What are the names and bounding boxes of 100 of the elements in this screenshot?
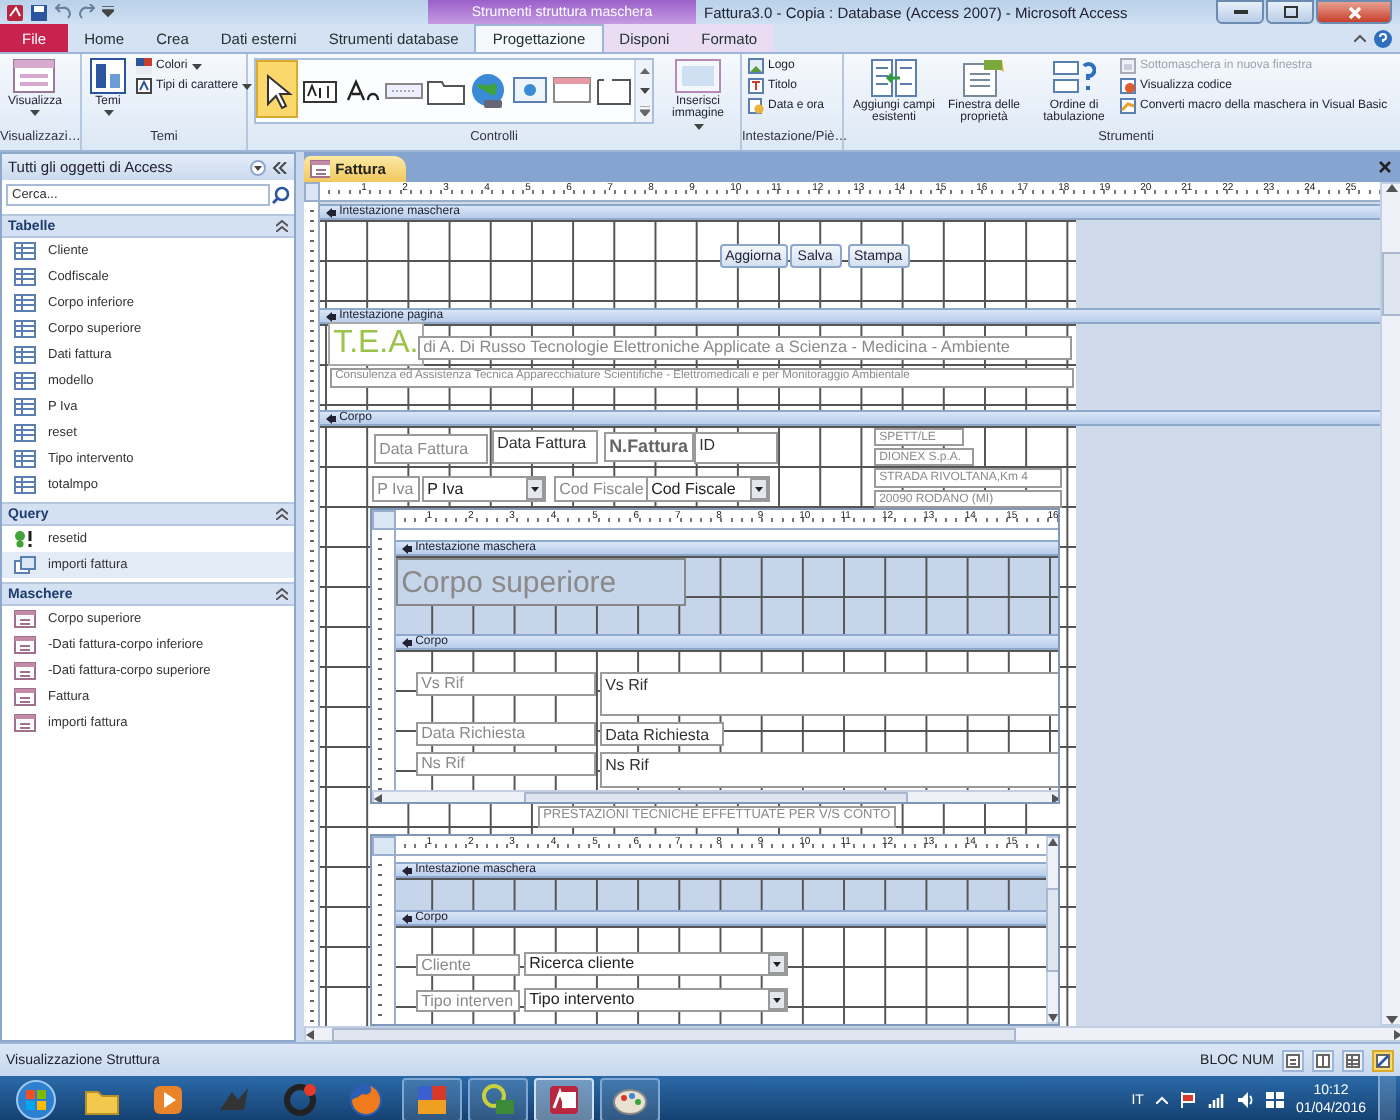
windows-orb-icon	[16, 1080, 56, 1120]
collapse-caret-icon[interactable]	[1354, 34, 1366, 42]
design-view-icon	[1376, 1053, 1390, 1067]
theme-swatch-icon	[90, 58, 126, 94]
layout-view-icon	[1316, 1053, 1330, 1067]
view-button[interactable]	[1312, 1049, 1334, 1071]
label-control: Vs Rif	[415, 672, 596, 696]
text-box-control[interactable]: Data Fattura	[491, 430, 598, 464]
logo-picture-icon	[748, 58, 764, 74]
logo-label: T.E.A.	[327, 322, 425, 366]
section-marker-icon	[325, 207, 336, 217]
scroll-up-button[interactable]	[636, 60, 652, 81]
combo-box-control[interactable]: Cod Fiscale	[645, 476, 770, 502]
section-marker-icon	[325, 413, 336, 423]
scroll-down-arrow-icon	[639, 87, 649, 94]
table-icon	[14, 372, 36, 390]
control-tool[interactable]	[256, 60, 298, 118]
taskbar-app[interactable]	[600, 1078, 660, 1120]
scroll-down-icon[interactable]	[1048, 1014, 1058, 1022]
scroll-down-button[interactable]	[636, 80, 652, 102]
collapse-pane-icon[interactable]	[271, 161, 288, 173]
color-squares-icon	[136, 58, 152, 74]
exclamation-query-icon	[14, 530, 36, 548]
section-marker-icon	[401, 913, 412, 923]
text-box-control[interactable]: Ns Rif	[599, 752, 1058, 788]
play-icon	[148, 1080, 188, 1120]
horizontal-scrollbar[interactable]	[303, 1026, 1400, 1042]
collapse-chevron-icon[interactable]	[275, 588, 288, 600]
section-marker-icon	[325, 311, 336, 321]
macro-convert-icon	[1120, 98, 1136, 114]
horizontal-scrollbar[interactable]	[371, 790, 1058, 802]
form-icon	[14, 636, 36, 654]
text-box-control[interactable]: Data Richiesta	[599, 722, 724, 746]
maximize-button[interactable]	[1266, 0, 1314, 24]
form-window-icon	[12, 58, 57, 94]
form-icon	[14, 610, 36, 628]
scroll-right-icon[interactable]	[1393, 1029, 1400, 1039]
form-icon	[14, 688, 36, 706]
minimize-button[interactable]	[1216, 0, 1264, 24]
minimize-icon	[1233, 9, 1247, 15]
table-icon	[14, 450, 36, 468]
code-window-icon	[1120, 78, 1136, 94]
help-icon[interactable]	[1374, 29, 1392, 47]
close-icon	[1347, 5, 1361, 19]
query-window-icon	[14, 556, 36, 574]
redo-icon[interactable]	[78, 4, 96, 20]
label-control: Cod Fiscale	[553, 476, 650, 502]
ruler-corner	[371, 836, 396, 856]
form-icon	[14, 714, 36, 732]
form-icon	[14, 662, 36, 680]
table-icon	[14, 242, 36, 260]
search-icon[interactable]	[271, 186, 290, 204]
show-hidden-caret-icon[interactable]	[1155, 1096, 1168, 1104]
table-icon	[14, 476, 36, 494]
app-key-icon[interactable]	[6, 3, 24, 21]
customize-caret-icon[interactable]	[102, 6, 114, 18]
windows-flag-icon[interactable]	[1265, 1092, 1284, 1108]
speaker-icon[interactable]	[1237, 1092, 1254, 1108]
scroll-right-icon[interactable]	[1051, 793, 1058, 802]
table-icon	[14, 424, 36, 442]
collapse-chevron-icon[interactable]	[275, 508, 288, 520]
text-box-control[interactable]: ID	[693, 432, 778, 464]
signal-icon[interactable]	[1207, 1092, 1226, 1108]
section-marker-icon	[401, 637, 412, 647]
fox-globe-icon	[346, 1080, 386, 1120]
view-button[interactable]	[1342, 1049, 1364, 1071]
table-icon	[14, 398, 36, 416]
vertical-scrollbar[interactable]	[1379, 182, 1400, 1026]
label-control: P Iva	[371, 476, 420, 502]
calendar-clock-icon	[748, 98, 764, 114]
taskbar-app[interactable]	[468, 1078, 528, 1120]
scroll-thumb[interactable]	[1046, 888, 1058, 972]
combo-box-control[interactable]: Ricerca cliente	[523, 952, 788, 976]
property-sheet-icon	[962, 58, 1006, 98]
undo-icon[interactable]	[54, 4, 72, 20]
flag-icon[interactable]	[1179, 1092, 1196, 1108]
save-icon[interactable]	[30, 3, 48, 21]
combo-box-control[interactable]: P Iva	[421, 476, 546, 502]
view-button[interactable]	[1282, 1049, 1304, 1071]
combo-box-control[interactable]: Tipo intervento	[523, 988, 788, 1012]
table-icon	[14, 268, 36, 286]
scroll-thumb[interactable]	[524, 791, 909, 802]
scroll-thumb[interactable]	[1381, 252, 1400, 316]
field-list-icon	[870, 58, 918, 98]
form-view-icon	[1286, 1053, 1300, 1067]
title-box-icon	[748, 78, 764, 94]
label-control: Tipo interven	[415, 990, 520, 1012]
text-box-control[interactable]: Vs Rif	[599, 672, 1058, 716]
font-box-icon	[136, 78, 152, 94]
database-a-icon	[544, 1080, 584, 1120]
more-button[interactable]	[636, 101, 652, 122]
scroll-up-arrow-icon	[639, 67, 649, 74]
scroll-up-icon[interactable]	[1048, 838, 1058, 846]
label-control: Ns Rif	[415, 752, 596, 776]
close-button[interactable]	[1316, 0, 1392, 24]
collapse-chevron-icon[interactable]	[275, 220, 288, 232]
close-icon[interactable]	[1377, 160, 1392, 174]
scroll-thumb[interactable]	[331, 1027, 1016, 1041]
view-button[interactable]	[1372, 1049, 1394, 1071]
dropdown-circle-icon[interactable]	[249, 159, 266, 175]
